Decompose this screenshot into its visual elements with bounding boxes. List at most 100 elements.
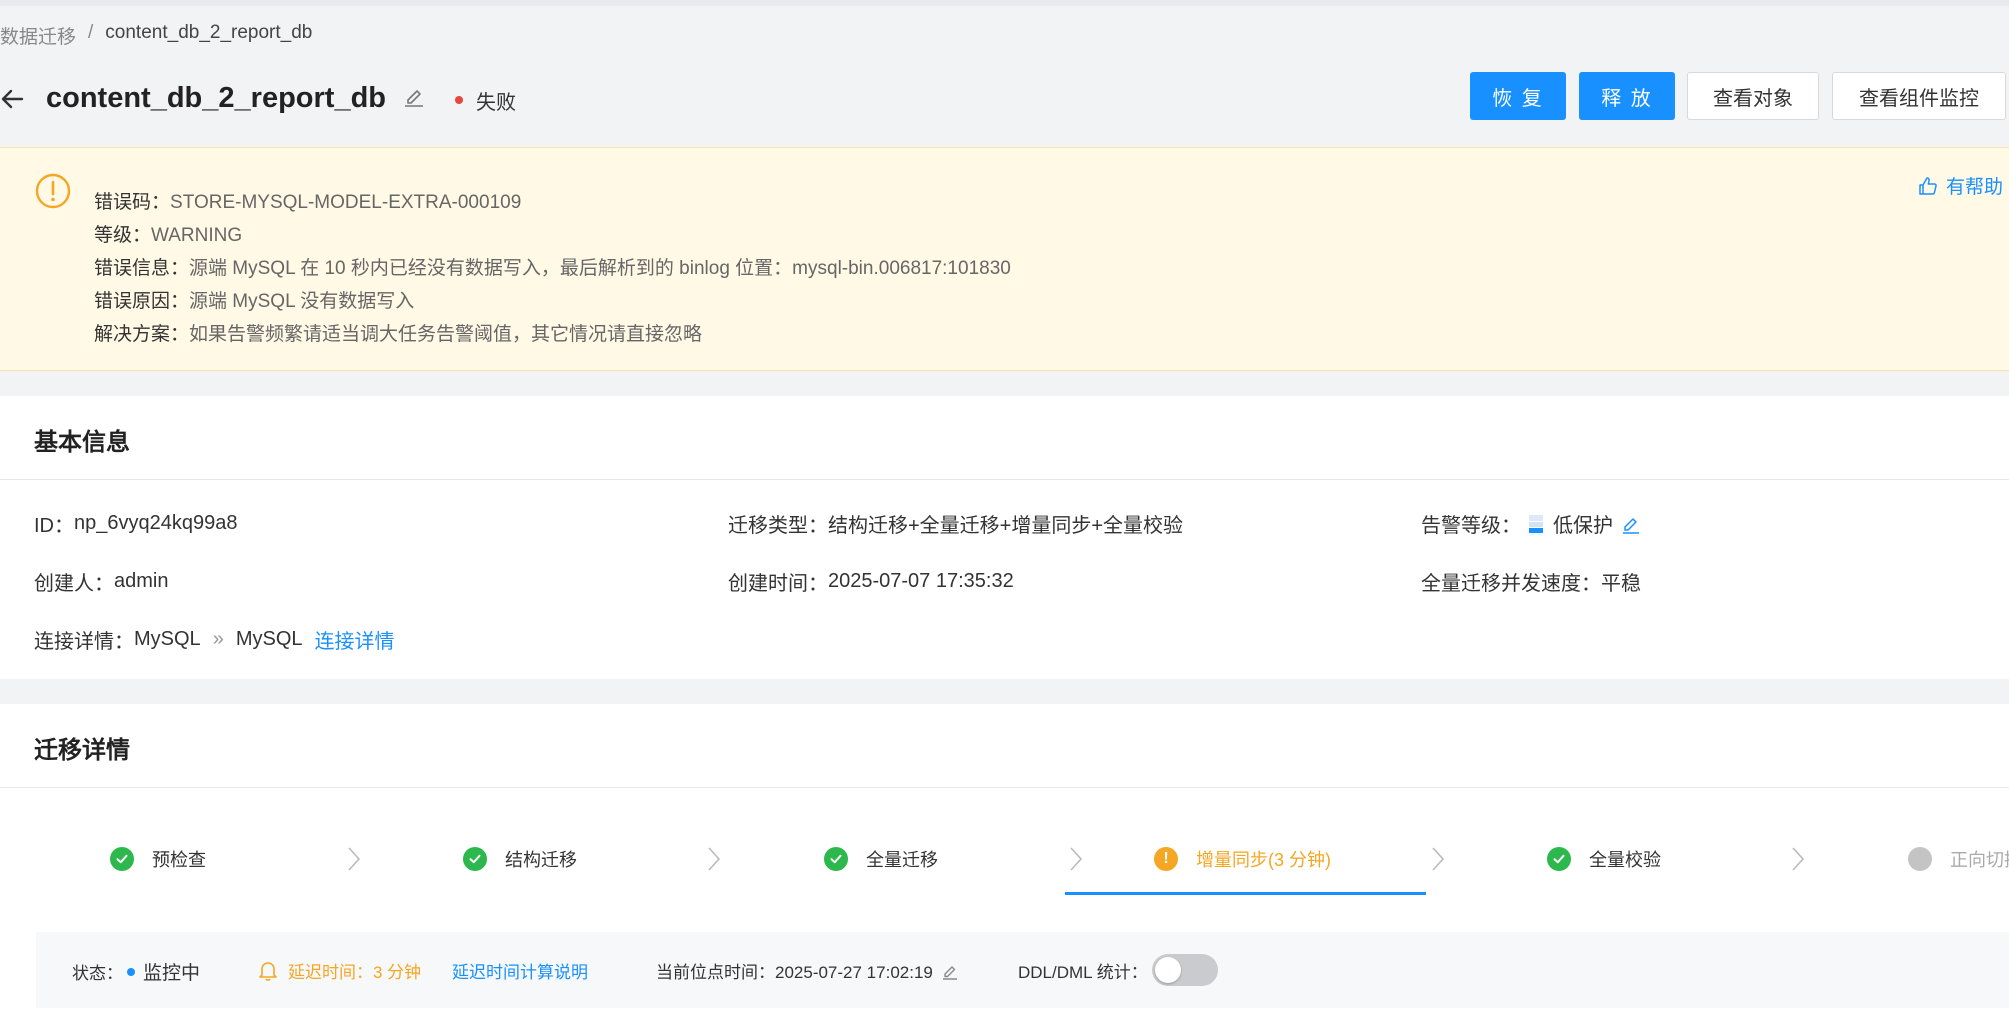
edit-position-icon[interactable] [941,962,959,980]
ddl-dml-toggle[interactable] [1151,954,1218,986]
check-circle-icon [824,847,848,871]
check-circle-icon [1547,847,1571,871]
breadcrumb-parent[interactable]: 数据迁移 [0,22,76,49]
alert-code: STORE-MYSQL-MODEL-EXTRA-000109 [170,192,522,213]
view-component-monitor-button[interactable]: 查看组件监控 [1832,72,2006,120]
divider [0,479,2009,480]
alert-solution-label: 解决方案： [94,324,190,345]
migration-type-value: 结构迁移+全量迁移+增量同步+全量校验 [828,515,1184,537]
release-button[interactable]: 释 放 [1579,72,1675,120]
active-step-underline [1065,892,1426,895]
alarm-level-label: 告警等级： [1421,515,1521,537]
warning-circle-icon: ! [1154,847,1178,871]
step-label: 全量迁移 [866,850,938,870]
connection-source: MySQL [134,628,201,650]
check-circle-icon [463,847,487,871]
alert-code-row: 错误码：STORE-MYSQL-MODEL-EXTRA-000109 [94,186,1011,219]
edit-alarm-level-icon[interactable] [1621,514,1641,534]
divider [0,787,2009,788]
alert-code-label: 错误码： [94,192,171,213]
migration-details-title: 迁移详情 [34,737,130,764]
concurrency-speed-value: 平稳 [1601,573,1641,595]
status-dot [127,967,135,976]
step-label: 结构迁移 [505,850,577,870]
breadcrumb-current: content_db_2_report_db [105,22,313,43]
creator-field: 创建人： admin [34,567,168,596]
chevron-right-icon [348,847,361,871]
alert-solution-row: 解决方案：如果告警频繁请适当调大任务告警阈值，其它情况请直接忽略 [94,318,1011,351]
chevron-right-icon [708,847,721,871]
step-label: 增量同步(3 分钟) [1196,850,1331,870]
step-forward-switch[interactable]: 正向切换 [1908,834,2009,884]
step-precheck[interactable]: 预检查 [110,834,206,884]
creator-value: admin [114,570,169,592]
toggle-knob [1154,957,1181,983]
delay-explanation-link[interactable]: 延迟时间计算说明 [452,958,588,983]
id-field: ID： np_6vyq24kq99a8 [34,509,237,538]
step-incremental-sync[interactable]: ! 增量同步(3 分钟) [1154,834,1331,884]
alert-message-row: 错误信息：源端 MySQL 在 10 秒内已经没有数据写入，最后解析到的 bin… [94,252,1011,285]
alarm-level-value: 低保护 [1553,515,1613,537]
ddl-dml-label: DDL/DML 统计： [1018,962,1148,982]
breadcrumb-separator: / [88,22,94,43]
step-schema-migration[interactable]: 结构迁移 [463,834,577,884]
alert-reason-label: 错误原因： [94,291,190,312]
page-title: content_db_2_report_db [46,82,386,114]
helpful-button[interactable]: 有帮助 [1918,172,2003,199]
current-position-time: 当前位点时间：2025-07-27 17:02:19 [656,958,959,983]
position-time-value: 当前位点时间：2025-07-27 17:02:19 [656,963,933,982]
status-value: 监控中 [143,963,201,984]
step-full-migration[interactable]: 全量迁移 [824,834,938,884]
alert-solution: 如果告警频繁请适当调大任务告警阈值，其它情况请直接忽略 [189,324,703,345]
breadcrumb: 数据迁移 / content_db_2_report_db [0,22,312,49]
helpful-label: 有帮助 [1946,177,2004,198]
delay-time-value: 延迟时间：3 分钟 [288,963,422,982]
chevron-right-icon [1792,847,1805,871]
alert-details: 错误码：STORE-MYSQL-MODEL-EXTRA-000109 等级：WA… [94,186,1011,351]
migration-details-card: 迁移详情 预检查 结构迁移 全量迁移 ! 增量同步(3 分钟) 全量校验 正向切… [0,704,2009,1010]
page-header: content_db_2_report_db 失败 恢 复 释 放 查看对象 查… [0,72,2009,128]
restore-button[interactable]: 恢 复 [1470,72,1566,120]
connection-field: 连接详情： MySQL » MySQL 连接详情 [34,625,395,654]
step-full-verification[interactable]: 全量校验 [1547,834,1661,884]
alert-level-row: 等级：WARNING [94,219,1011,252]
alert-reason: 源端 MySQL 没有数据写入 [189,291,415,312]
migration-type-label: 迁移类型： [728,515,828,537]
alarm-level-field: 告警等级： 低保护 [1421,509,1641,538]
id-value: np_6vyq24kq99a8 [74,512,238,534]
migration-type-field: 迁移类型： 结构迁移+全量迁移+增量同步+全量校验 [728,509,1183,538]
chevron-right-icon [1070,847,1083,871]
step-label: 预检查 [152,850,206,870]
error-alert: 错误码：STORE-MYSQL-MODEL-EXTRA-000109 等级：WA… [0,147,2009,371]
status-dot [455,96,463,104]
step-label: 全量校验 [1589,850,1661,870]
created-time-value: 2025-07-07 17:35:32 [828,570,1014,592]
id-label: ID： [34,515,74,537]
view-objects-button[interactable]: 查看对象 [1687,72,1819,120]
top-strip [0,0,2009,6]
created-time-field: 创建时间： 2025-07-07 17:35:32 [728,567,1014,596]
warning-circle-icon [35,173,71,209]
alarm-level-bar-icon [1529,514,1543,533]
connection-target: MySQL [235,628,303,650]
monitor-status: 状态： 监控中 [72,958,200,985]
sync-status-bar: 状态： 监控中 延迟时间：3 分钟 延迟时间计算说明 当前位点时间：2025-0… [36,932,2009,1008]
concurrency-speed-field: 全量迁移并发速度： 平稳 [1421,567,1641,596]
status-badge: 失败 [476,92,516,114]
thumbs-up-icon [1919,176,1937,195]
concurrency-speed-label: 全量迁移并发速度： [1421,573,1601,595]
connection-details-link[interactable]: 连接详情 [315,625,395,654]
connection-arrow-icon: » [212,628,224,650]
alert-level: WARNING [151,225,243,246]
creator-label: 创建人： [34,573,114,595]
connection-label: 连接详情： [34,631,134,653]
alert-message-label: 错误信息： [94,258,190,279]
migration-steps: 预检查 结构迁移 全量迁移 ! 增量同步(3 分钟) 全量校验 正向切换 [0,834,2009,902]
back-arrow-icon[interactable] [0,86,26,112]
edit-pencil-icon[interactable] [402,84,426,108]
alert-message: 源端 MySQL 在 10 秒内已经没有数据写入，最后解析到的 binlog 位… [189,258,1011,279]
status-label: 状态： [72,964,123,983]
chevron-right-icon [1432,847,1445,871]
created-time-label: 创建时间： [728,573,828,595]
basic-info-card: 基本信息 ID： np_6vyq24kq99a8 迁移类型： 结构迁移+全量迁移… [0,396,2009,679]
